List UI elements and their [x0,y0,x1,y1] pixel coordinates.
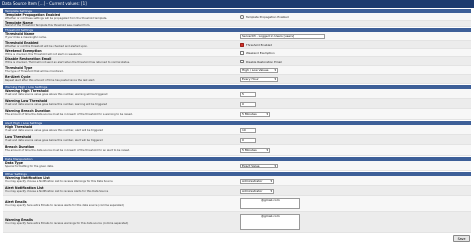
row-template-name: Template Name Name of the Threshold Temp… [3,21,471,27]
row-realert-cycle: Re-Alert Cycle Repeat alert after this a… [3,75,471,84]
data-type-select[interactable]: Exact Value [240,163,278,168]
row-threshold-enabled: Threshold Enabled Whether or not this th… [3,41,471,49]
threshold-type-select[interactable]: High / Low Values [240,68,278,73]
warning-notification-select[interactable]: Administrator [240,179,274,184]
warning-breach-select[interactable]: 5 Minutes [240,112,270,117]
row-threshold-name: Threshold Name If you'd like a meaningfu… [3,32,471,41]
template-propagation-radio[interactable] [240,15,244,19]
row-warning-breach: Warning Breach Duration The amount of ti… [3,109,471,120]
realert-cycle-select[interactable]: Every Hour [240,77,278,82]
warning-notification-desc: You may specify choose a Notification Li… [5,179,113,183]
low-threshold-desc: If set and data source value goes below … [5,138,103,142]
high-threshold-desc: If set and data source value goes above … [5,128,104,132]
breach-duration-select[interactable]: 5 Minutes [240,148,270,153]
alert-emails-textarea[interactable]: @gmail.com [240,198,300,209]
warning-emails-desc: You may specify here extra Emails to rec… [5,221,129,225]
row-threshold-type: Threshold Type The type of Threshold tha… [3,66,471,75]
row-alert-notification: Alert Notification List You may specify … [3,186,471,196]
weekend-exemption-desc: If this is checked, this Threshold will … [5,52,83,56]
alert-notification-desc: You may specify choose a Notification Li… [5,189,109,193]
threshold-enabled-checkbox[interactable] [240,43,244,47]
row-warning-emails: Warning Emails You may specify here extr… [3,212,471,233]
row-breach-duration: Breach Duration The amount of time the d… [3,145,471,156]
threshold-type-desc: The type of Threshold that will be monit… [5,69,64,73]
threshold-name-input[interactable]: Server03 - Logged in Users [users] [240,34,325,39]
high-threshold-input[interactable]: 10 [240,128,256,133]
template-propagation-desc: Whether or not these settings will be pr… [5,16,108,20]
template-name-desc: Name of the Threshold Template this thre… [5,24,91,27]
template-propagation-check-label: Template Propagation Enabled [246,15,289,19]
row-template-propagation: Template Propagation Enabled Whether or … [3,13,471,21]
row-data-type: Data Type Special formatting for the giv… [3,161,471,171]
warning-breach-desc: The amount of time the data source must … [5,112,133,116]
window-title-bar: Data Source Item [...] - Current values:… [0,0,474,8]
save-button[interactable]: Save [453,235,470,242]
disable-restoration-check-label: Disable Restoration Email [246,59,282,64]
threshold-enabled-check-label: Threshold Enabled [246,43,272,47]
page-title: Data Source Item [...] - Current values:… [2,1,87,6]
disable-restoration-desc: If this is checked, Thold will not send … [5,60,130,64]
row-high-threshold: High Threshold If set and data source va… [3,125,471,135]
warning-emails-textarea[interactable]: @gmail.com [240,214,300,230]
row-warning-low: Warning Low Threshold If set and data so… [3,99,471,109]
low-threshold-input[interactable]: 0 [240,138,256,143]
alert-emails-desc: You may specify here extra Emails to rec… [5,203,124,207]
breach-duration-desc: The amount of time the data source must … [5,148,131,152]
threshold-name-desc: If you'd like a meaningful name. [5,35,47,39]
warning-low-input[interactable]: 0 [240,102,256,107]
warning-high-input[interactable]: 5 [240,92,256,97]
row-warning-high: Warning High Threshold If set and data s… [3,89,471,99]
threshold-enabled-desc: Whether or not this threshold will be ch… [5,44,88,48]
row-warning-notification: Warning Notification List You may specif… [3,176,471,186]
row-disable-restoration: Disable Restoration Email If this is che… [3,57,471,66]
warning-low-desc: If set and data source value goes below … [5,102,108,106]
row-weekend-exemption: Weekend Exemption If this is checked, th… [3,49,471,57]
row-low-threshold: Low Threshold If set and data source val… [3,135,471,145]
weekend-exemption-checkbox[interactable] [240,51,244,55]
warning-high-desc: If set and data source value goes above … [5,92,108,96]
data-type-desc: Special formatting for the given data. [5,164,54,168]
weekend-exemption-check-label: Weekend Exemption [246,51,275,55]
disable-restoration-checkbox[interactable] [240,59,244,63]
row-alert-emails: Alert Emails You may specify here extra … [3,196,471,212]
realert-cycle-desc: Repeat alert after this amount of time h… [5,78,96,82]
alert-notification-select[interactable]: Administrator [240,189,274,194]
